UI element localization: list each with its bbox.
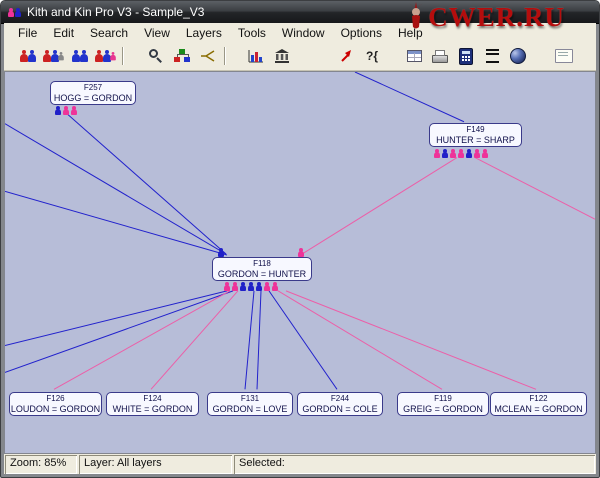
menu-edit[interactable]: Edit — [45, 24, 82, 42]
app-icon-person-pink — [8, 8, 14, 17]
family-name: HOGG = GORDON — [51, 93, 135, 104]
children-icons-f118 — [224, 282, 278, 291]
family-id: F131 — [208, 394, 292, 404]
app-window: Kith and Kin Pro V3 - Sample_V3 CWER.RU … — [0, 0, 600, 478]
query-brace-icon[interactable]: ?{ — [360, 44, 384, 68]
person-icon — [272, 282, 278, 291]
family-box-f131[interactable]: F131 GORDON = LOVE — [207, 392, 293, 416]
family-name: MCLEAN = GORDON — [491, 404, 586, 415]
menu-help[interactable]: Help — [390, 24, 431, 42]
family-box-f122[interactable]: F122 MCLEAN = GORDON — [490, 392, 587, 416]
family-id: F118 — [213, 259, 311, 269]
person-icon — [450, 149, 456, 158]
app-icon-person-blue — [15, 8, 21, 17]
list-lines-icon[interactable] — [480, 44, 504, 68]
person-icon — [240, 282, 246, 291]
menu-tools[interactable]: Tools — [230, 24, 274, 42]
calculator-icon[interactable] — [454, 44, 478, 68]
family-box-f119[interactable]: F119 GREIG = GORDON — [397, 392, 489, 416]
family-id: F119 — [398, 394, 488, 404]
family-box-f124[interactable]: F124 WHITE = GORDON — [106, 392, 199, 416]
chart-icon[interactable] — [244, 44, 268, 68]
status-selected: Selected: — [234, 455, 595, 474]
person-icon — [256, 282, 262, 291]
menubar: File Edit Search View Layers Tools Windo… — [4, 23, 596, 42]
person-icon — [110, 51, 116, 60]
person-icon — [80, 50, 88, 63]
family-box-f244[interactable]: F244 GORDON = COLE — [297, 392, 383, 416]
person-icon — [72, 50, 80, 63]
person-icon — [20, 50, 28, 63]
family-id: F126 — [10, 394, 101, 404]
family-box-f257[interactable]: F257 HOGG = GORDON — [50, 81, 136, 105]
person-icon — [71, 106, 77, 115]
family-name: LOUDON = GORDON — [10, 404, 101, 415]
family-id: F244 — [298, 394, 382, 404]
family-name: WHITE = GORDON — [107, 404, 198, 415]
family-box-f126[interactable]: F126 LOUDON = GORDON — [9, 392, 102, 416]
pointer-icon[interactable] — [334, 44, 358, 68]
person-icon — [264, 282, 270, 291]
couple-icon[interactable] — [68, 44, 92, 68]
person-icon — [58, 51, 64, 60]
family-id: F149 — [430, 125, 521, 135]
family-name: GORDON = COLE — [298, 404, 382, 415]
menu-options[interactable]: Options — [333, 24, 390, 42]
family-add-icon[interactable] — [42, 44, 66, 68]
family-name: GORDON = HUNTER — [213, 269, 311, 280]
toolbar-separator — [224, 47, 226, 65]
menu-window[interactable]: Window — [274, 24, 333, 42]
tree-view-icon[interactable] — [170, 44, 194, 68]
pedigree-icon[interactable] — [196, 44, 220, 68]
toolbar: ?{ ? × — [4, 42, 596, 71]
menu-layers[interactable]: Layers — [178, 24, 230, 42]
families-icon[interactable] — [16, 44, 40, 68]
tree-chart-canvas[interactable]: F257 HOGG = GORDON F149 HUNTER = SHARP F… — [4, 71, 596, 454]
status-zoom: Zoom: 85% — [5, 455, 77, 474]
person-icon — [43, 50, 51, 63]
person-icon — [474, 149, 480, 158]
family-name: HUNTER = SHARP — [430, 135, 521, 146]
person-icon — [232, 282, 238, 291]
menu-view[interactable]: View — [136, 24, 178, 42]
family-box-f149[interactable]: F149 HUNTER = SHARP — [429, 123, 522, 147]
toolbar-separator — [122, 47, 124, 65]
titlebar[interactable]: Kith and Kin Pro V3 - Sample_V3 — [1, 1, 599, 24]
person-icon — [95, 50, 103, 63]
statusbar: Zoom: 85% Layer: All layers Selected: — [4, 454, 596, 474]
family-box-f118[interactable]: F118 GORDON = HUNTER — [212, 257, 312, 281]
person-icon — [224, 282, 230, 291]
status-layer: Layer: All layers — [79, 455, 232, 474]
children-icons-f257 — [55, 106, 77, 115]
app-icon — [8, 8, 21, 17]
sources-bank-icon[interactable] — [270, 44, 294, 68]
client-area: File Edit Search View Layers Tools Windo… — [4, 23, 596, 474]
menu-file[interactable]: File — [10, 24, 45, 42]
zoom-icon[interactable] — [144, 44, 168, 68]
person-icon — [442, 149, 448, 158]
card-index-icon[interactable] — [552, 44, 576, 68]
person-icon — [458, 149, 464, 158]
kin-group-icon[interactable] — [94, 44, 118, 68]
globe-icon[interactable] — [506, 44, 530, 68]
person-icon — [55, 106, 61, 115]
printer-icon[interactable] — [428, 44, 452, 68]
person-icon — [248, 282, 254, 291]
family-name: GORDON = LOVE — [208, 404, 292, 415]
children-icons-f149 — [434, 149, 488, 158]
person-icon — [482, 149, 488, 158]
family-id: F122 — [491, 394, 586, 404]
person-icon — [63, 106, 69, 115]
person-icon — [434, 149, 440, 158]
person-icon — [28, 50, 36, 63]
parent-link-icon-male — [218, 248, 224, 257]
family-id: F257 — [51, 83, 135, 93]
family-name: GREIG = GORDON — [398, 404, 488, 415]
family-id: F124 — [107, 394, 198, 404]
person-icon — [466, 149, 472, 158]
records-grid-icon[interactable] — [402, 44, 426, 68]
window-title: Kith and Kin Pro V3 - Sample_V3 — [27, 5, 204, 19]
parent-link-icon-female — [298, 248, 304, 257]
menu-search[interactable]: Search — [82, 24, 136, 42]
